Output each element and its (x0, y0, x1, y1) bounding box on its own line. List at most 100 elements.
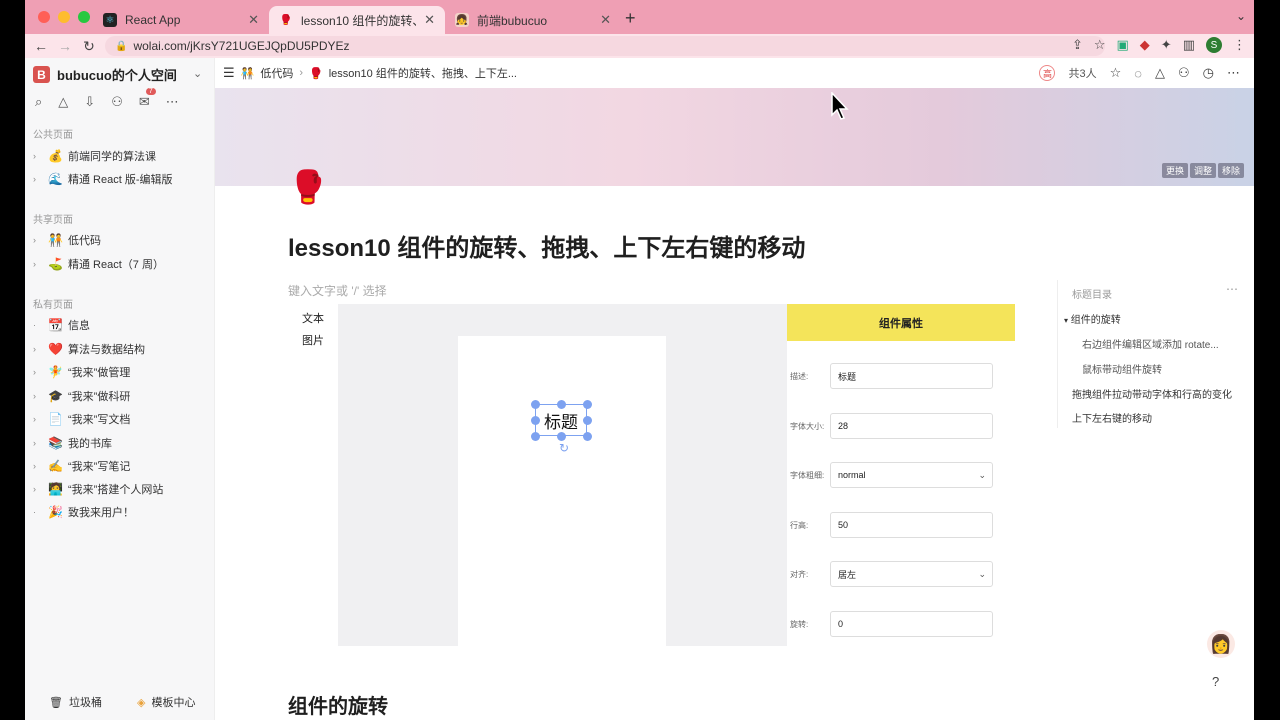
extensions-puzzle-icon[interactable]: ✦ (1161, 37, 1172, 53)
close-tab-icon[interactable]: ✕ (600, 12, 611, 28)
resize-handle[interactable] (583, 400, 592, 409)
line-height-input[interactable]: 50 (830, 512, 993, 538)
minimize-window-button[interactable] (58, 11, 70, 23)
extension-redux-icon[interactable]: ◆ (1140, 37, 1150, 53)
extension-react-icon[interactable]: ▣ (1117, 37, 1129, 53)
breadcrumb-current[interactable]: lesson10 组件的旋转、拖拽、上下左... (329, 65, 517, 81)
expand-arrow-icon[interactable]: › (33, 259, 43, 269)
more-icon[interactable]: ⋯ (1226, 282, 1238, 296)
share-user-icon[interactable]: ⚇ (1178, 65, 1190, 81)
resize-handle[interactable] (557, 432, 566, 441)
page-emoji-icon[interactable]: 🥊 (288, 168, 328, 206)
font-weight-select[interactable]: normal ⌄ (830, 462, 993, 488)
sidebar-item-research[interactable]: › 🎓 “我来”做科研 (33, 386, 208, 406)
favorite-star-icon[interactable]: ☆ (1110, 65, 1122, 81)
sidebar-item-notes[interactable]: › ✍️ “我来”写笔记 (33, 456, 208, 476)
comment-icon[interactable]: ◌ (1134, 66, 1142, 81)
resize-handle[interactable] (583, 416, 592, 425)
side-panel-icon[interactable]: ▥ (1183, 37, 1195, 53)
more-icon[interactable]: ⋯ (166, 94, 179, 110)
resize-handle[interactable] (531, 400, 540, 409)
expand-arrow-icon[interactable]: › (33, 484, 43, 494)
palette-item-text[interactable]: 文本 (288, 310, 338, 326)
rotate-handle-icon[interactable]: ↻ (559, 441, 569, 455)
editor-canvas[interactable]: 标题 ↻ (338, 304, 787, 646)
tab-lesson10[interactable]: 🥊 lesson10 组件的旋转、拖拽、上 ✕ (269, 6, 445, 34)
expand-arrow-icon[interactable]: › (33, 174, 43, 184)
expand-arrow-icon[interactable]: › (33, 414, 43, 424)
toc-item[interactable]: 上下左右键的移动 (1072, 410, 1152, 425)
expand-arrow-icon[interactable]: › (33, 344, 43, 354)
align-select[interactable]: 居左 ⌄ (830, 561, 993, 587)
inbox-icon[interactable]: ✉ 7 (139, 88, 156, 110)
font-size-input[interactable]: 28 (830, 413, 993, 439)
reload-icon[interactable]: ↻ (77, 38, 101, 55)
section-heading[interactable]: 组件的旋转 (288, 690, 388, 719)
expand-arrow-icon[interactable]: › (33, 461, 43, 471)
zoom-window-button[interactable] (78, 11, 90, 23)
resize-handle[interactable] (583, 432, 592, 441)
expand-arrow-icon[interactable]: › (33, 151, 43, 161)
close-window-button[interactable] (38, 11, 50, 23)
sidebar-item-website[interactable]: › 🧑‍💻 “我来”搭建个人网站 (33, 479, 208, 499)
sidebar-item-algorithm-course[interactable]: › 💰 前端同学的算法课 (33, 146, 208, 166)
sidebar-item-docs[interactable]: › 📄 “我来”写文档 (33, 409, 208, 429)
bookmark-star-icon[interactable]: ☆ (1094, 37, 1106, 53)
more-icon[interactable]: ⋯ (1227, 65, 1240, 81)
sidebar-item-react-7weeks[interactable]: › ⛳ 精通 React（7 周） (33, 254, 208, 274)
resize-handle[interactable] (557, 400, 566, 409)
expand-arrow-icon[interactable]: › (33, 367, 43, 377)
sidebar-item-react-edit[interactable]: › 🌊 精通 React 版-编辑版 (33, 169, 208, 189)
close-tab-icon[interactable]: ✕ (424, 12, 435, 28)
toc-item[interactable]: 拖拽组件拉动带动字体和行高的变化 (1072, 386, 1232, 401)
share-icon[interactable]: ⇪ (1072, 37, 1083, 53)
close-tab-icon[interactable]: ✕ (248, 12, 259, 28)
cover-adjust-button[interactable]: 调整 (1189, 163, 1216, 178)
cover-remove-button[interactable]: 移除 (1217, 163, 1244, 178)
sidebar-item-management[interactable]: › 🧚 “我来”做管理 (33, 362, 208, 382)
toc-item[interactable]: ▾ 组件的旋转 (1064, 311, 1121, 326)
breadcrumb-parent[interactable]: 低代码 (260, 65, 293, 81)
import-icon[interactable]: ⇩ (84, 94, 95, 110)
description-input[interactable]: 标题 (830, 363, 993, 389)
sidebar-item-algorithms[interactable]: › ❤️ 算法与数据结构 (33, 339, 208, 359)
profile-avatar[interactable]: S (1206, 37, 1222, 53)
caret-down-icon[interactable]: ▾ (1064, 316, 1068, 325)
expand-arrow-icon[interactable]: › (33, 391, 43, 401)
toc-item[interactable]: 右边组件编辑区域添加 rotate... (1082, 336, 1219, 351)
help-icon[interactable]: ? (1212, 674, 1219, 689)
graph-icon[interactable]: △ (58, 94, 68, 110)
chevron-down-icon[interactable]: ⌄ (193, 67, 202, 80)
assistant-avatar[interactable]: 👩 (1207, 630, 1235, 658)
palette-item-image[interactable]: 图片 (288, 332, 338, 348)
block-placeholder[interactable]: 键入文字或 '/' 选择 (288, 282, 387, 299)
expand-arrow-icon[interactable]: › (33, 235, 43, 245)
rotate-input[interactable]: 0 (830, 611, 993, 637)
member-count[interactable]: 共3人 (1068, 65, 1096, 81)
workspace-switcher[interactable]: B bubucuo的个人空间 (33, 65, 177, 84)
tab-bubucuo[interactable]: 👧 前端bubucuo ✕ (445, 6, 621, 34)
members-icon[interactable]: ⚇ (111, 94, 123, 110)
tab-react-app[interactable]: ⚛ React App ✕ (93, 6, 269, 34)
browser-menu-icon[interactable]: ⋮ (1233, 37, 1246, 53)
sidebar-item-library[interactable]: › 📚 我的书库 (33, 433, 208, 453)
cover-change-button[interactable]: 更换 (1161, 163, 1188, 178)
template-center-button[interactable]: ◈ 模板中心 (137, 694, 195, 710)
page-title[interactable]: lesson10 组件的旋转、拖拽、上下左右键的移动 (288, 228, 805, 263)
sidebar-item-lowcode[interactable]: › 🧑‍🤝‍🧑 低代码 (33, 230, 208, 250)
sidebar-item-welcome[interactable]: · 🎉 致我来用户！ (33, 502, 208, 522)
sidebar-item-info[interactable]: · 📆 信息 (33, 315, 208, 335)
history-icon[interactable]: ◷ (1203, 65, 1214, 81)
url-field[interactable]: 🔒 wolai.com/jKrsY721UGEJQpDU5PDYEz (105, 36, 1105, 56)
trash-button[interactable]: 🗑 垃圾桶 (49, 694, 102, 710)
expand-arrow-icon[interactable]: › (33, 438, 43, 448)
canvas-page[interactable]: 标题 ↻ (458, 336, 666, 646)
graph-icon[interactable]: △ (1155, 65, 1165, 81)
new-tab-button[interactable]: + (625, 8, 636, 29)
toc-item[interactable]: 鼠标带动组件旋转 (1082, 361, 1162, 376)
forward-arrow-icon[interactable]: → (53, 38, 77, 54)
priority-badge[interactable]: 高 (1039, 65, 1056, 81)
search-icon[interactable]: ⌕ (35, 94, 42, 110)
resize-handle[interactable] (531, 432, 540, 441)
menu-icon[interactable]: ☰ (223, 65, 235, 81)
